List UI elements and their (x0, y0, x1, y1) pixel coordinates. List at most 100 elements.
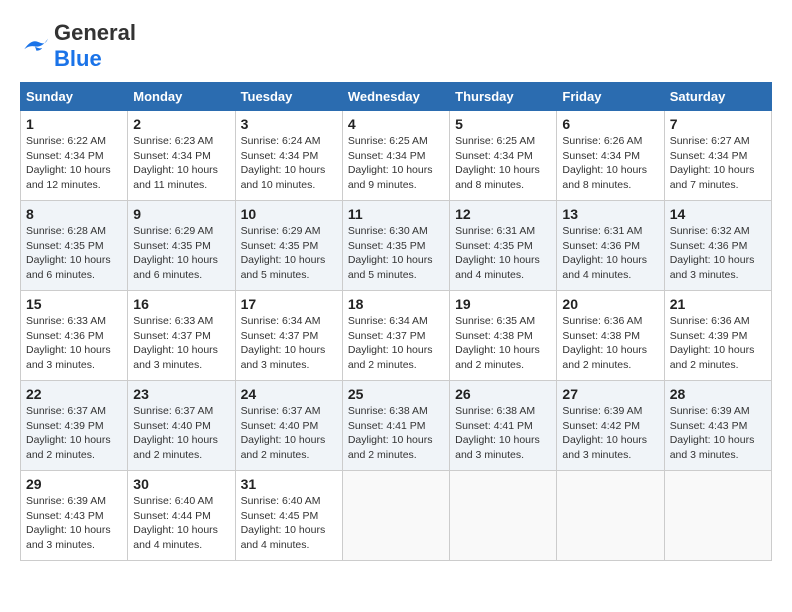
day-info: Sunrise: 6:31 AM Sunset: 4:35 PM Dayligh… (455, 224, 551, 283)
day-number: 21 (670, 296, 766, 312)
logo: General Blue (20, 20, 136, 72)
calendar-cell: 16 Sunrise: 6:33 AM Sunset: 4:37 PM Dayl… (128, 291, 235, 381)
calendar-cell: 28 Sunrise: 6:39 AM Sunset: 4:43 PM Dayl… (664, 381, 771, 471)
day-info: Sunrise: 6:22 AM Sunset: 4:34 PM Dayligh… (26, 134, 122, 193)
day-number: 14 (670, 206, 766, 222)
logo-blue-text: Blue (54, 46, 102, 71)
day-number: 27 (562, 386, 658, 402)
calendar-cell: 13 Sunrise: 6:31 AM Sunset: 4:36 PM Dayl… (557, 201, 664, 291)
calendar-cell: 26 Sunrise: 6:38 AM Sunset: 4:41 PM Dayl… (450, 381, 557, 471)
day-info: Sunrise: 6:39 AM Sunset: 4:42 PM Dayligh… (562, 404, 658, 463)
day-info: Sunrise: 6:39 AM Sunset: 4:43 PM Dayligh… (26, 494, 122, 553)
calendar-cell: 31 Sunrise: 6:40 AM Sunset: 4:45 PM Dayl… (235, 471, 342, 561)
day-info: Sunrise: 6:29 AM Sunset: 4:35 PM Dayligh… (133, 224, 229, 283)
calendar-cell (664, 471, 771, 561)
day-info: Sunrise: 6:36 AM Sunset: 4:38 PM Dayligh… (562, 314, 658, 373)
day-info: Sunrise: 6:28 AM Sunset: 4:35 PM Dayligh… (26, 224, 122, 283)
calendar-cell (450, 471, 557, 561)
day-info: Sunrise: 6:27 AM Sunset: 4:34 PM Dayligh… (670, 134, 766, 193)
day-number: 4 (348, 116, 444, 132)
calendar-cell: 23 Sunrise: 6:37 AM Sunset: 4:40 PM Dayl… (128, 381, 235, 471)
day-number: 19 (455, 296, 551, 312)
calendar-cell: 6 Sunrise: 6:26 AM Sunset: 4:34 PM Dayli… (557, 111, 664, 201)
calendar-cell: 17 Sunrise: 6:34 AM Sunset: 4:37 PM Dayl… (235, 291, 342, 381)
calendar-cell: 7 Sunrise: 6:27 AM Sunset: 4:34 PM Dayli… (664, 111, 771, 201)
day-header-friday: Friday (557, 83, 664, 111)
day-number: 23 (133, 386, 229, 402)
day-number: 31 (241, 476, 337, 492)
calendar-cell: 9 Sunrise: 6:29 AM Sunset: 4:35 PM Dayli… (128, 201, 235, 291)
day-number: 5 (455, 116, 551, 132)
day-number: 22 (26, 386, 122, 402)
day-number: 24 (241, 386, 337, 402)
calendar-cell: 25 Sunrise: 6:38 AM Sunset: 4:41 PM Dayl… (342, 381, 449, 471)
calendar-cell: 21 Sunrise: 6:36 AM Sunset: 4:39 PM Dayl… (664, 291, 771, 381)
calendar-cell: 4 Sunrise: 6:25 AM Sunset: 4:34 PM Dayli… (342, 111, 449, 201)
day-number: 16 (133, 296, 229, 312)
day-info: Sunrise: 6:36 AM Sunset: 4:39 PM Dayligh… (670, 314, 766, 373)
calendar-cell: 10 Sunrise: 6:29 AM Sunset: 4:35 PM Dayl… (235, 201, 342, 291)
day-header-tuesday: Tuesday (235, 83, 342, 111)
logo-bird-icon (20, 35, 50, 55)
logo-general-text: General (54, 20, 136, 45)
calendar-cell: 27 Sunrise: 6:39 AM Sunset: 4:42 PM Dayl… (557, 381, 664, 471)
calendar-cell: 12 Sunrise: 6:31 AM Sunset: 4:35 PM Dayl… (450, 201, 557, 291)
day-info: Sunrise: 6:25 AM Sunset: 4:34 PM Dayligh… (348, 134, 444, 193)
calendar-cell: 29 Sunrise: 6:39 AM Sunset: 4:43 PM Dayl… (21, 471, 128, 561)
day-header-sunday: Sunday (21, 83, 128, 111)
day-info: Sunrise: 6:26 AM Sunset: 4:34 PM Dayligh… (562, 134, 658, 193)
calendar-cell: 11 Sunrise: 6:30 AM Sunset: 4:35 PM Dayl… (342, 201, 449, 291)
day-number: 10 (241, 206, 337, 222)
day-number: 17 (241, 296, 337, 312)
day-info: Sunrise: 6:29 AM Sunset: 4:35 PM Dayligh… (241, 224, 337, 283)
day-number: 11 (348, 206, 444, 222)
day-number: 6 (562, 116, 658, 132)
calendar-cell: 30 Sunrise: 6:40 AM Sunset: 4:44 PM Dayl… (128, 471, 235, 561)
calendar-cell: 2 Sunrise: 6:23 AM Sunset: 4:34 PM Dayli… (128, 111, 235, 201)
calendar-cell: 19 Sunrise: 6:35 AM Sunset: 4:38 PM Dayl… (450, 291, 557, 381)
day-number: 28 (670, 386, 766, 402)
day-info: Sunrise: 6:40 AM Sunset: 4:45 PM Dayligh… (241, 494, 337, 553)
day-number: 8 (26, 206, 122, 222)
day-info: Sunrise: 6:23 AM Sunset: 4:34 PM Dayligh… (133, 134, 229, 193)
day-info: Sunrise: 6:33 AM Sunset: 4:37 PM Dayligh… (133, 314, 229, 373)
calendar-cell: 5 Sunrise: 6:25 AM Sunset: 4:34 PM Dayli… (450, 111, 557, 201)
day-number: 12 (455, 206, 551, 222)
calendar-cell: 1 Sunrise: 6:22 AM Sunset: 4:34 PM Dayli… (21, 111, 128, 201)
day-info: Sunrise: 6:35 AM Sunset: 4:38 PM Dayligh… (455, 314, 551, 373)
page-header: General Blue (20, 20, 772, 72)
day-info: Sunrise: 6:37 AM Sunset: 4:40 PM Dayligh… (133, 404, 229, 463)
calendar-week-row: 22 Sunrise: 6:37 AM Sunset: 4:39 PM Dayl… (21, 381, 772, 471)
day-info: Sunrise: 6:30 AM Sunset: 4:35 PM Dayligh… (348, 224, 444, 283)
day-number: 20 (562, 296, 658, 312)
day-header-thursday: Thursday (450, 83, 557, 111)
day-number: 26 (455, 386, 551, 402)
day-number: 7 (670, 116, 766, 132)
day-number: 15 (26, 296, 122, 312)
day-number: 30 (133, 476, 229, 492)
day-info: Sunrise: 6:37 AM Sunset: 4:40 PM Dayligh… (241, 404, 337, 463)
day-number: 1 (26, 116, 122, 132)
day-number: 3 (241, 116, 337, 132)
day-header-monday: Monday (128, 83, 235, 111)
day-info: Sunrise: 6:34 AM Sunset: 4:37 PM Dayligh… (348, 314, 444, 373)
day-info: Sunrise: 6:32 AM Sunset: 4:36 PM Dayligh… (670, 224, 766, 283)
day-info: Sunrise: 6:24 AM Sunset: 4:34 PM Dayligh… (241, 134, 337, 193)
calendar-cell (342, 471, 449, 561)
day-info: Sunrise: 6:40 AM Sunset: 4:44 PM Dayligh… (133, 494, 229, 553)
day-number: 13 (562, 206, 658, 222)
calendar-week-row: 15 Sunrise: 6:33 AM Sunset: 4:36 PM Dayl… (21, 291, 772, 381)
day-info: Sunrise: 6:38 AM Sunset: 4:41 PM Dayligh… (455, 404, 551, 463)
calendar-cell (557, 471, 664, 561)
day-info: Sunrise: 6:34 AM Sunset: 4:37 PM Dayligh… (241, 314, 337, 373)
calendar-week-row: 1 Sunrise: 6:22 AM Sunset: 4:34 PM Dayli… (21, 111, 772, 201)
calendar-cell: 24 Sunrise: 6:37 AM Sunset: 4:40 PM Dayl… (235, 381, 342, 471)
day-number: 29 (26, 476, 122, 492)
calendar-cell: 8 Sunrise: 6:28 AM Sunset: 4:35 PM Dayli… (21, 201, 128, 291)
calendar-cell: 20 Sunrise: 6:36 AM Sunset: 4:38 PM Dayl… (557, 291, 664, 381)
day-info: Sunrise: 6:39 AM Sunset: 4:43 PM Dayligh… (670, 404, 766, 463)
day-header-saturday: Saturday (664, 83, 771, 111)
calendar-cell: 14 Sunrise: 6:32 AM Sunset: 4:36 PM Dayl… (664, 201, 771, 291)
day-info: Sunrise: 6:33 AM Sunset: 4:36 PM Dayligh… (26, 314, 122, 373)
day-info: Sunrise: 6:25 AM Sunset: 4:34 PM Dayligh… (455, 134, 551, 193)
